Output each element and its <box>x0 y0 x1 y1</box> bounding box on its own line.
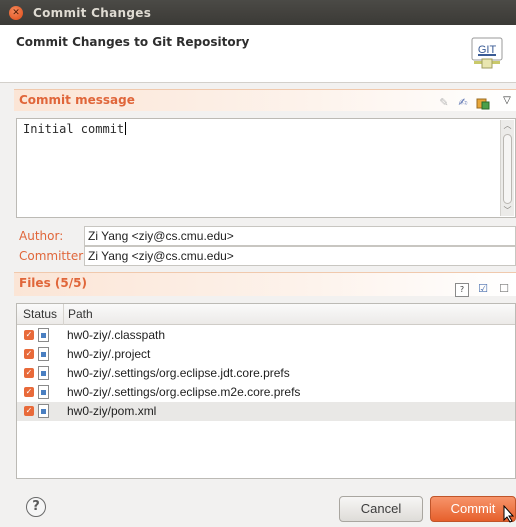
spellcheck-icon[interactable]: ✎ <box>437 96 451 110</box>
file-icon <box>38 385 49 399</box>
show-untracked-icon[interactable]: ? <box>455 283 469 297</box>
commit-message-scrollbar[interactable]: ︿ ﹀ <box>500 120 514 216</box>
author-field[interactable]: Zi Yang <ziy@cs.cmu.edu> <box>84 226 516 246</box>
commit-message-text[interactable]: Initial commit <box>23 122 127 136</box>
file-path: hw0-ziy/.project <box>67 347 151 361</box>
scroll-down-icon[interactable]: ﹀ <box>501 205 514 216</box>
committer-label: Committer: <box>19 249 87 263</box>
window-title: Commit Changes <box>33 5 152 20</box>
file-path: hw0-ziy/.settings/org.eclipse.jdt.core.p… <box>67 366 290 380</box>
mouse-cursor-icon <box>503 505 515 523</box>
cancel-button[interactable]: Cancel <box>339 496 423 522</box>
sign-off-icon[interactable]: ✍ <box>456 96 470 110</box>
close-icon[interactable]: ✕ <box>9 5 23 20</box>
column-status[interactable]: Status <box>23 307 57 321</box>
table-row[interactable]: ✓ hw0-ziy/.settings/org.eclipse.m2e.core… <box>17 383 515 402</box>
title-bar: ✕ Commit Changes <box>0 0 516 25</box>
file-checkbox[interactable]: ✓ <box>24 387 34 397</box>
dialog-heading: Commit Changes to Git Repository <box>16 35 250 49</box>
file-icon <box>38 366 49 380</box>
file-icon <box>38 404 49 418</box>
git-logo-icon: GIT <box>471 37 503 69</box>
committer-field[interactable]: Zi Yang <ziy@cs.cmu.edu> <box>84 246 516 266</box>
scroll-up-icon[interactable]: ︿ <box>501 120 514 131</box>
table-row[interactable]: ✓ hw0-ziy/.classpath <box>17 326 515 345</box>
file-icon <box>38 347 49 361</box>
column-path[interactable]: Path <box>68 307 93 321</box>
files-section-bar: Files (5/5) <box>14 272 516 296</box>
file-checkbox[interactable]: ✓ <box>24 368 34 378</box>
table-row-selected[interactable]: ✓ hw0-ziy/pom.xml <box>17 402 515 421</box>
view-menu-icon[interactable]: ▽ <box>500 94 514 108</box>
check-all-icon[interactable]: ☑ <box>476 282 490 296</box>
author-label: Author: <box>19 229 64 243</box>
commit-message-input[interactable]: Initial commit ︿ ﹀ <box>16 118 516 218</box>
commit-message-label: Commit message <box>19 93 135 107</box>
file-path: hw0-ziy/.classpath <box>67 328 166 342</box>
file-path: hw0-ziy/pom.xml <box>67 404 157 418</box>
dialog-header: Commit Changes to Git Repository GIT <box>0 25 516 83</box>
file-checkbox[interactable]: ✓ <box>24 406 34 416</box>
file-icon <box>38 328 49 342</box>
files-label: Files (5/5) <box>19 276 87 290</box>
files-table[interactable]: Status Path ✓ hw0-ziy/.classpath ✓ hw0-z… <box>16 303 516 479</box>
file-path: hw0-ziy/.settings/org.eclipse.m2e.core.p… <box>67 385 301 399</box>
help-icon[interactable]: ? <box>26 497 46 517</box>
uncheck-all-icon[interactable]: ☐ <box>497 282 511 296</box>
table-row[interactable]: ✓ hw0-ziy/.settings/org.eclipse.jdt.core… <box>17 364 515 383</box>
table-header: Status Path <box>17 304 515 325</box>
file-checkbox[interactable]: ✓ <box>24 330 34 340</box>
scrollbar-thumb[interactable] <box>503 134 512 204</box>
table-row[interactable]: ✓ hw0-ziy/.project <box>17 345 515 364</box>
amend-icon[interactable] <box>476 96 490 110</box>
file-checkbox[interactable]: ✓ <box>24 349 34 359</box>
